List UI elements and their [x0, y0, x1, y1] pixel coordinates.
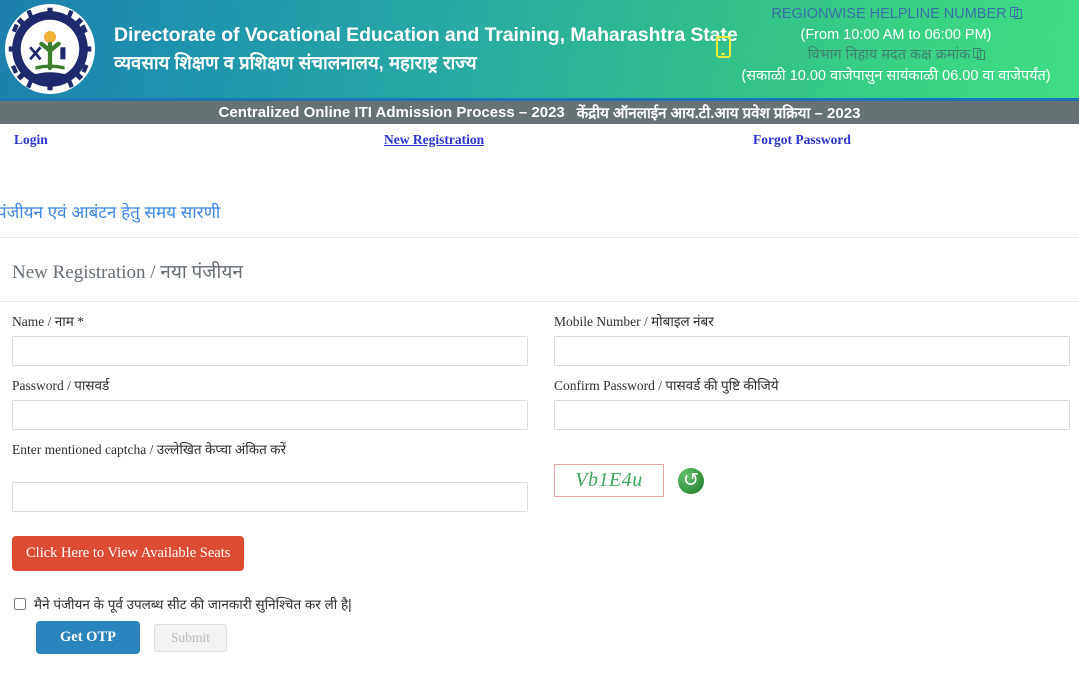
copy-icon[interactable]: [1009, 7, 1022, 19]
main-navigation: Login New Registration Forgot Password: [0, 124, 1079, 160]
refresh-captcha-icon[interactable]: [678, 467, 704, 494]
nav-link-new-registration[interactable]: New Registration: [384, 132, 484, 148]
form-row-name-mobile: Name / नाम * Mobile Number / मोबाइल नंबर: [12, 313, 1070, 366]
password-input[interactable]: [12, 400, 528, 430]
captcha-label: Enter mentioned captcha / उल्लेखित केप्च…: [12, 442, 287, 457]
field-group-mobile: Mobile Number / मोबाइल नंबर: [554, 313, 1070, 366]
logo-container: [0, 0, 100, 98]
mobile-label: Mobile Number / मोबाइल नंबर: [554, 314, 714, 329]
confirm-password-input[interactable]: [554, 400, 1070, 430]
captcha-text: Vb1E4u: [575, 469, 643, 491]
field-group-name: Name / नाम *: [12, 313, 528, 366]
password-label: Password / पासवर्ड: [12, 378, 110, 393]
form-section-title: New Registration / नया पंजीयन: [0, 238, 1079, 302]
header-title-marathi: व्यवसाय शिक्षण व प्रशिक्षण संचालनालय, मह…: [114, 52, 477, 73]
form-row-captcha: Enter mentioned captcha / उल्लेखित केप्च…: [12, 441, 1067, 512]
name-label: Name / नाम *: [12, 314, 84, 329]
site-header: Directorate of Vocational Education and …: [0, 0, 1079, 98]
form-row-passwords: Password / पासवर्ड Confirm Password / पा…: [12, 377, 1070, 430]
registration-form: New Registration / नया पंजीयन Name / नाम…: [0, 238, 1079, 654]
dvet-logo: [5, 4, 95, 94]
submit-button[interactable]: Submit: [153, 623, 227, 652]
field-group-captcha: Enter mentioned captcha / उल्लेखित केप्च…: [12, 441, 528, 512]
helpline-label-en: REGIONWISE HELPLINE NUMBER: [771, 6, 1007, 22]
captcha-input[interactable]: [12, 482, 528, 512]
consent-checkbox[interactable]: [14, 598, 26, 610]
captcha-display-group: Vb1E4u: [554, 441, 1070, 512]
confirm-password-label: Confirm Password / पासवर्ड की पुष्टि कीज…: [554, 378, 779, 393]
nav-link-login[interactable]: Login: [14, 132, 48, 148]
captcha-image-box: Vb1E4u: [554, 464, 664, 497]
field-group-password: Password / पासवर्ड: [12, 377, 528, 430]
dvet-logo-icon: [8, 7, 92, 91]
nav-link-forgot-password[interactable]: Forgot Password: [753, 132, 851, 148]
copy-icon[interactable]: [973, 48, 986, 60]
view-available-seats-button[interactable]: Click Here to View Available Seats: [12, 536, 245, 571]
process-titlebar: Centralized Online ITI Admission Process…: [0, 101, 1079, 124]
consent-row: मैने पंजीयन के पूर्व उपलब्ध सीट की जानका…: [12, 595, 1067, 613]
helpline-block: REGIONWISE HELPLINE NUMBER (From 10:00 A…: [721, 4, 1071, 86]
process-title-english: Centralized Online ITI Admission Process…: [218, 104, 565, 121]
action-button-row: Get OTP Submit: [12, 621, 1067, 654]
mobile-input[interactable]: [554, 336, 1070, 366]
timetable-heading[interactable]: पंजीयन एवं आबंटन हेतु समय सारणी: [0, 200, 220, 223]
consent-label: मैने पंजीयन के पूर्व उपलब्ध सीट की जानका…: [34, 597, 352, 612]
field-group-confirm-password: Confirm Password / पासवर्ड की पुष्टि कीज…: [554, 377, 1070, 430]
get-otp-button[interactable]: Get OTP: [36, 621, 140, 654]
helpline-line-4: (सकाळी 10.00 वाजेपासुन सायंकाळी 06.00 वा…: [741, 67, 1051, 84]
name-input[interactable]: [12, 336, 528, 366]
helpline-line-3[interactable]: विभाग निहाय मदत कक्ष क्रमांक: [721, 45, 1071, 66]
helpline-line-2: (From 10:00 AM to 06:00 PM): [800, 26, 992, 43]
timetable-section: पंजीयन एवं आबंटन हेतु समय सारणी: [0, 160, 1079, 238]
process-title-marathi: केंद्रीय ऑनलाईन आय.टी.आय प्रवेश प्रक्रिय…: [576, 104, 861, 122]
helpline-label-mr: विभाग निहाय मदत कक्ष क्रमांक: [807, 47, 971, 63]
helpline-line-1[interactable]: REGIONWISE HELPLINE NUMBER: [721, 4, 1071, 25]
header-title-block: Directorate of Vocational Education and …: [114, 21, 738, 77]
captcha-zone: Vb1E4u: [554, 464, 1070, 497]
header-title-english: Directorate of Vocational Education and …: [114, 24, 738, 46]
